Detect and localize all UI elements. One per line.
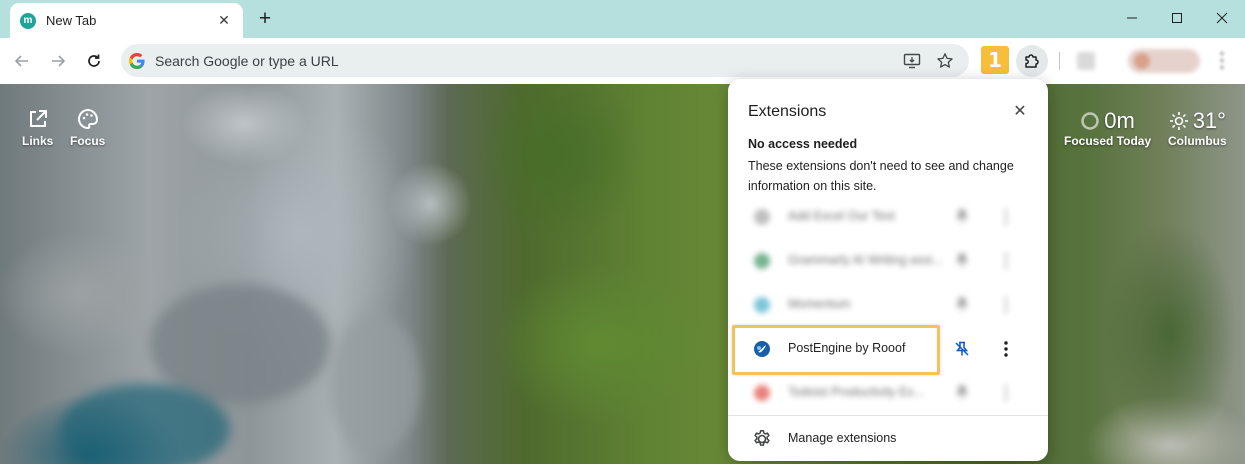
arrow-right-icon <box>52 55 66 67</box>
omnibox[interactable] <box>121 44 969 77</box>
palette-icon <box>77 108 98 130</box>
weather-widget[interactable]: 31° Columbus <box>1168 108 1227 148</box>
external-link-icon <box>29 110 47 127</box>
install-app-button[interactable] <box>902 51 922 71</box>
extensions-menu: Extensions ✕ No access needed These exte… <box>728 79 1048 461</box>
new-tab-background: Links Focus 0m Focused Today 31° Columbu… <box>0 84 1245 464</box>
more-options-icon[interactable] <box>996 383 1016 403</box>
no-access-section-title: No access needed <box>748 137 858 151</box>
focused-value: 0m <box>1104 108 1135 133</box>
reload-icon <box>88 54 100 67</box>
focus-label: Focus <box>70 134 106 148</box>
pin-glyph-icon <box>955 253 969 268</box>
extension-item-todoist[interactable]: Todoist Productivity Ex... <box>728 371 1048 415</box>
momentum-favicon-icon: m <box>20 12 36 29</box>
extension-name: Momentum <box>788 297 851 311</box>
minimize-icon <box>1127 17 1137 19</box>
extension-icon <box>754 385 770 401</box>
maximize-icon <box>1172 13 1182 23</box>
maximize-button[interactable] <box>1154 0 1200 36</box>
tab-strip: m New Tab ✕ + <box>0 0 1245 38</box>
manage-extensions-label: Manage extensions <box>788 431 897 445</box>
pin-icon[interactable] <box>952 207 972 227</box>
toolbar-divider <box>1059 52 1060 70</box>
close-window-button[interactable] <box>1199 0 1245 36</box>
extension-item-momentum[interactable]: Momentum <box>728 283 1048 327</box>
google-logo-icon <box>129 52 145 69</box>
arrow-left-icon <box>14 55 28 67</box>
sun-icon <box>1169 112 1188 130</box>
extension-name: Grammarly AI Writing assi... <box>788 253 943 267</box>
pin-icon[interactable] <box>952 383 972 403</box>
pin-off-icon <box>955 341 969 356</box>
weather-temperature: 31° <box>1192 108 1226 133</box>
more-options-icon[interactable] <box>996 207 1016 227</box>
background-rock <box>150 284 330 404</box>
forward-button[interactable] <box>46 49 70 73</box>
pin-glyph-icon <box>955 385 969 400</box>
manage-extensions-button[interactable]: Manage extensions <box>728 416 1048 461</box>
unpin-button[interactable] <box>952 339 972 359</box>
focused-value-wrap: 0m <box>1080 108 1135 134</box>
close-icon <box>1216 12 1228 24</box>
star-icon <box>937 53 953 68</box>
back-button[interactable] <box>10 49 34 73</box>
timer-ring-icon <box>1081 112 1100 130</box>
gear-icon <box>754 430 770 446</box>
puzzle-piece-icon <box>1025 54 1039 68</box>
extension-item-grammarly[interactable]: Grammarly AI Writing assi... <box>728 239 1048 283</box>
extension-icon <box>754 209 770 225</box>
kebab-icon <box>1004 253 1008 269</box>
focused-today-widget[interactable]: 0m Focused Today <box>1064 108 1151 148</box>
links-widget[interactable]: Links <box>22 108 53 148</box>
pin-icon[interactable] <box>952 251 972 271</box>
reload-button[interactable] <box>82 49 106 73</box>
more-options-button[interactable] <box>996 339 1016 359</box>
pin-glyph-icon <box>955 209 969 224</box>
kebab-icon <box>1004 385 1008 401</box>
pin-glyph-icon <box>955 297 969 312</box>
tutorial-highlight-box <box>732 325 940 375</box>
profile-button[interactable] <box>1128 49 1200 73</box>
omnibox-input[interactable] <box>155 52 855 69</box>
background-water <box>60 384 230 464</box>
step-number-badge: 1 <box>981 46 1009 74</box>
weather-value-wrap: 31° <box>1169 108 1226 134</box>
bookmark-star-button[interactable] <box>935 51 955 71</box>
extension-item-add-excel[interactable]: Add Excel Our Text <box>728 195 1048 239</box>
no-access-section-description: These extensions don't need to see and c… <box>748 159 1014 193</box>
minimize-button[interactable] <box>1109 0 1155 36</box>
browser-toolbar: 1 <box>0 38 1245 84</box>
tab-close-icon[interactable]: ✕ <box>215 12 233 30</box>
weather-location: Columbus <box>1168 134 1227 148</box>
links-label: Links <box>22 134 54 148</box>
kebab-icon <box>1004 341 1008 357</box>
browser-menu-icon[interactable] <box>1217 50 1227 72</box>
tab-new-tab[interactable]: m New Tab ✕ <box>10 3 243 38</box>
extension-icon <box>754 297 770 313</box>
install-app-icon <box>903 53 921 69</box>
background-cliff <box>330 314 420 454</box>
new-tab-button[interactable]: + <box>253 7 277 31</box>
more-options-icon[interactable] <box>996 251 1016 271</box>
close-extensions-menu-icon[interactable]: ✕ <box>1009 100 1031 122</box>
focused-today-label: Focused Today <box>1064 134 1152 148</box>
focus-widget[interactable]: Focus <box>70 108 105 148</box>
extension-icon <box>754 253 770 269</box>
kebab-icon <box>1004 209 1008 225</box>
tab-title: New Tab <box>46 13 97 28</box>
extensions-button[interactable] <box>1016 45 1048 77</box>
pinned-extension-icon[interactable] <box>1077 52 1095 70</box>
extensions-menu-title: Extensions <box>748 103 827 120</box>
extension-name: Todoist Productivity Ex... <box>788 385 925 399</box>
kebab-icon <box>1004 297 1008 313</box>
more-options-icon[interactable] <box>996 295 1016 315</box>
extension-name: Add Excel Our Text <box>788 209 895 223</box>
pin-icon[interactable] <box>952 295 972 315</box>
